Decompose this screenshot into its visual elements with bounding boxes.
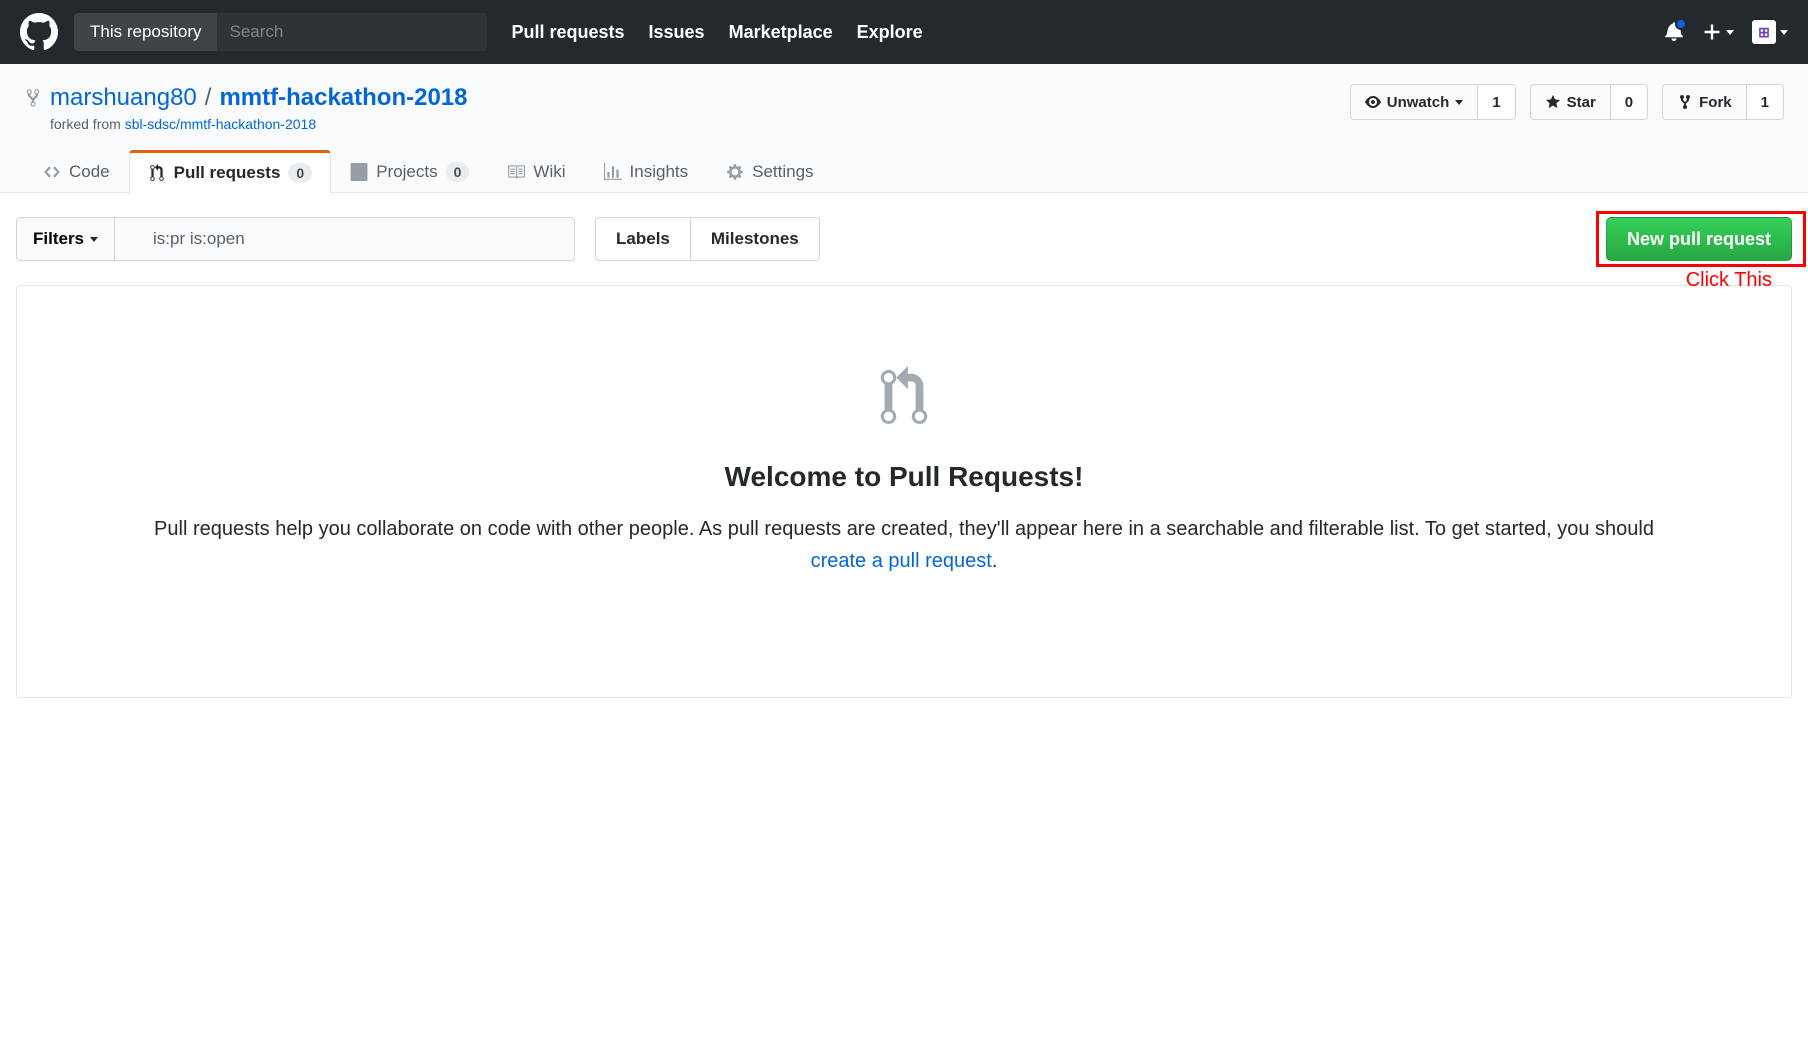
tab-projects-label: Projects <box>376 162 437 182</box>
tab-wiki[interactable]: Wiki <box>488 150 584 192</box>
star-button[interactable]: Star 0 <box>1530 84 1649 120</box>
tab-settings[interactable]: Settings <box>707 150 832 192</box>
filter-search-input[interactable] <box>115 217 575 261</box>
fork-label: Fork <box>1699 94 1732 111</box>
caret-down-icon <box>90 237 98 242</box>
git-pull-request-icon <box>148 164 166 182</box>
tab-insights-label: Insights <box>630 162 689 182</box>
repo-name-link[interactable]: mmtf-hackathon-2018 <box>219 84 467 112</box>
tab-pulls-count: 0 <box>288 163 312 183</box>
caret-down-icon <box>1455 100 1463 105</box>
blankslate-title: Welcome to Pull Requests! <box>137 461 1671 493</box>
filters-label: Filters <box>33 229 84 249</box>
notification-dot-icon <box>1675 18 1687 30</box>
tab-pulls-label: Pull requests <box>174 163 281 183</box>
blankslate: Welcome to Pull Requests! Pull requests … <box>16 285 1792 698</box>
caret-down-icon <box>1726 30 1734 35</box>
gear-icon <box>726 163 744 181</box>
repo-tabs: Code Pull requests 0 Projects 0 Wiki Ins… <box>24 150 1784 192</box>
tab-code[interactable]: Code <box>24 150 129 192</box>
repo-separator: / <box>205 84 212 112</box>
annotation-highlight-box <box>1596 211 1806 267</box>
user-menu[interactable]: ⊞ <box>1752 20 1788 44</box>
milestones-button[interactable]: Milestones <box>691 217 820 261</box>
filters-button[interactable]: Filters <box>16 217 115 261</box>
project-icon <box>350 163 368 181</box>
fork-button[interactable]: Fork 1 <box>1662 84 1784 120</box>
filter-search-wrap <box>115 217 575 261</box>
repo-header: marshuang80 / mmtf-hackathon-2018 forked… <box>0 64 1808 193</box>
tab-projects-count: 0 <box>446 162 470 182</box>
blankslate-text: Pull requests help you collaborate on co… <box>137 513 1671 577</box>
tab-code-label: Code <box>69 162 110 182</box>
avatar: ⊞ <box>1752 20 1776 44</box>
repo-owner-link[interactable]: marshuang80 <box>50 84 197 112</box>
nav-issues[interactable]: Issues <box>649 22 705 43</box>
github-logo-icon[interactable] <box>20 13 58 51</box>
unwatch-button[interactable]: Unwatch 1 <box>1350 84 1516 120</box>
forked-from-link[interactable]: sbl-sdsc/mmtf-hackathon-2018 <box>125 116 316 132</box>
repo-title: marshuang80 / mmtf-hackathon-2018 <box>24 84 468 112</box>
pr-toolbar: Filters Labels Milestones New pull reque… <box>0 193 1808 285</box>
fork-icon <box>1677 94 1693 110</box>
book-icon <box>507 163 525 181</box>
labels-milestones-group: Labels Milestones <box>595 217 820 261</box>
tab-settings-label: Settings <box>752 162 813 182</box>
tab-pull-requests[interactable]: Pull requests 0 <box>129 150 332 193</box>
fork-count[interactable]: 1 <box>1746 85 1783 119</box>
annotation-click-this: Click This <box>1686 269 1772 292</box>
nav-marketplace[interactable]: Marketplace <box>729 22 833 43</box>
blankslate-text1: Pull requests help you collaborate on co… <box>154 518 1654 540</box>
tab-wiki-label: Wiki <box>533 162 565 182</box>
search-scope-label[interactable]: This repository <box>74 22 217 42</box>
search-input[interactable] <box>217 13 487 51</box>
eye-icon <box>1365 94 1381 110</box>
nav-explore[interactable]: Explore <box>857 22 923 43</box>
header-right: ⊞ <box>1664 20 1788 44</box>
nav-pull-requests[interactable]: Pull requests <box>511 22 624 43</box>
plus-icon <box>1702 22 1722 42</box>
forked-from: forked from sbl-sdsc/mmtf-hackathon-2018 <box>50 116 468 132</box>
blankslate-text2: . <box>992 550 998 572</box>
create-pull-request-link[interactable]: create a pull request <box>811 550 992 572</box>
tab-insights[interactable]: Insights <box>585 150 708 192</box>
global-header: This repository Pull requests Issues Mar… <box>0 0 1808 64</box>
header-search: This repository <box>74 13 487 51</box>
code-icon <box>43 163 61 181</box>
header-nav: Pull requests Issues Marketplace Explore <box>511 22 922 43</box>
create-new-dropdown[interactable] <box>1702 22 1734 42</box>
tab-projects[interactable]: Projects 0 <box>331 150 488 192</box>
forked-from-prefix: forked from <box>50 116 125 132</box>
repo-actions: Unwatch 1 Star 0 Fork 1 <box>1350 84 1784 120</box>
labels-button[interactable]: Labels <box>595 217 691 261</box>
notifications-button[interactable] <box>1664 21 1684 44</box>
star-icon <box>1545 94 1561 110</box>
git-pull-request-icon <box>878 366 930 428</box>
graph-icon <box>604 163 622 181</box>
unwatch-label: Unwatch <box>1387 94 1450 111</box>
caret-down-icon <box>1780 30 1788 35</box>
star-label: Star <box>1567 94 1596 111</box>
watch-count[interactable]: 1 <box>1477 85 1514 119</box>
repo-forked-icon <box>24 88 42 108</box>
star-count[interactable]: 0 <box>1610 85 1647 119</box>
